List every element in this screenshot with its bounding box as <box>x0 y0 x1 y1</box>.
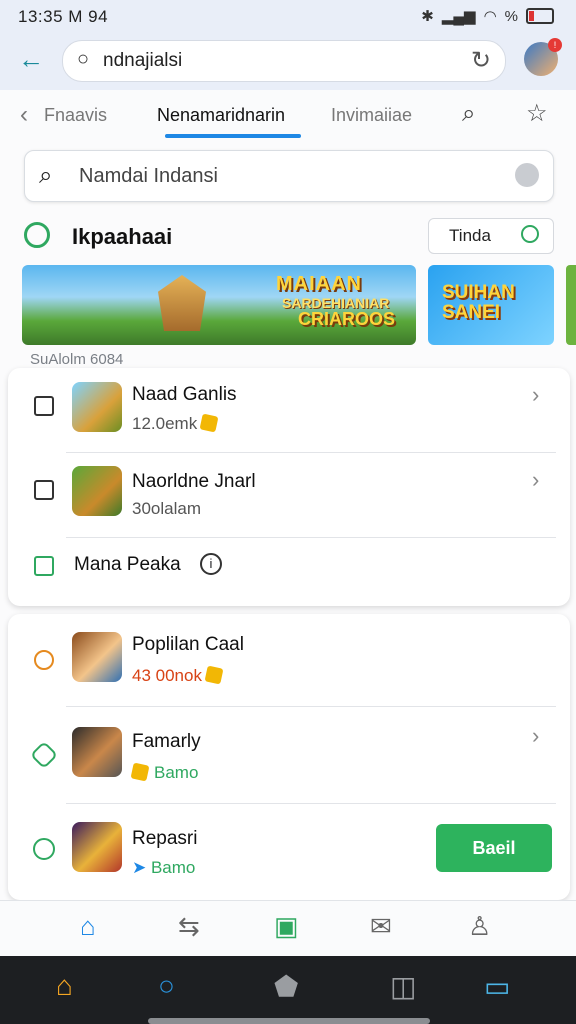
item-subtitle: ➤ Bamo <box>132 858 196 877</box>
checkbox[interactable] <box>34 396 54 416</box>
banner1-line1: MAIAAN <box>276 273 362 295</box>
item-subtitle: 43 00nok <box>132 665 224 686</box>
tab-bar: ‹ Fnaavis Nenamaridnarin Invimaiiae ⌕ ☆ <box>0 90 576 141</box>
bluetooth-icon: ✱ <box>421 8 434 25</box>
action-button[interactable]: Baeil <box>436 824 552 872</box>
banner2-line1: SUIHAN <box>442 282 515 303</box>
browser-toolbar: ← ○ ndnajialsi ↻ ! <box>0 34 576 90</box>
item-title: Naorldne Jnarl <box>132 471 256 492</box>
mail-icon[interactable]: ✉ <box>370 911 392 942</box>
checkbox[interactable] <box>34 556 54 576</box>
game-thumbnail <box>72 727 122 777</box>
list-item[interactable]: Famarly Bamo › <box>8 707 570 803</box>
home-icon[interactable]: ⌂ <box>56 970 73 1002</box>
search-icon[interactable]: ⌕ <box>462 100 475 128</box>
section-logo-icon <box>24 222 50 248</box>
list-item[interactable]: Mana Peaka i <box>8 538 570 606</box>
item-subtitle: 30olalam <box>132 499 201 518</box>
clock-icon <box>521 225 539 243</box>
filter-toggle[interactable] <box>511 218 554 254</box>
sub-label: SuAlolm 6084 <box>30 351 124 368</box>
game-thumbnail <box>72 632 122 682</box>
status-icons: ✱ ▂▄▆ ◠ % <box>421 7 554 25</box>
calendar-icon[interactable]: ▣ <box>274 911 299 942</box>
search-icon[interactable]: ○ <box>158 970 175 1002</box>
item-title: Mana Peaka <box>74 554 181 575</box>
status-bar: 13:35 M 94 ✱ ▂▄▆ ◠ % <box>0 0 576 34</box>
featured-banner-2[interactable]: SUIHAN SANEI <box>428 265 554 345</box>
banner2-title: SUIHAN SANEI <box>442 283 515 323</box>
filter-button[interactable]: Tinda <box>428 218 512 254</box>
coin-icon <box>204 665 224 685</box>
star-person-icon[interactable]: ☆ <box>526 99 548 128</box>
chevron-right-icon[interactable]: › <box>532 723 539 749</box>
list-card-1: Naad Ganlis 12.0emk › Naorldne Jnarl 30o… <box>8 368 570 606</box>
coin-icon <box>199 413 219 433</box>
section-title: Ikpaahaai <box>72 224 173 249</box>
chevron-left-icon[interactable]: ‹ <box>20 101 28 129</box>
item-title: Poplilan Caal <box>132 634 244 655</box>
shape-icon[interactable]: ⬟ <box>274 970 298 1003</box>
transfer-icon[interactable]: ⇆ <box>178 911 200 942</box>
list-card-2: Poplilan Caal 43 00nok Famarly Bamo › Re… <box>8 614 570 900</box>
list-item[interactable]: Naorldne Jnarl 30olalam › <box>8 453 570 537</box>
game-thumbnail <box>72 822 122 872</box>
checkbox[interactable] <box>34 480 54 500</box>
game-thumbnail <box>72 382 122 432</box>
item-title: Famarly <box>132 731 201 752</box>
search-input[interactable]: ⌕ Namdai Indansi <box>24 150 554 202</box>
temple-image <box>158 275 206 331</box>
notification-badge-icon: ! <box>548 38 562 52</box>
profile-icon[interactable]: ♙ <box>468 911 491 942</box>
square-icon[interactable]: ◫ <box>390 970 416 1003</box>
list-item[interactable]: Repasri ➤ Bamo Baeil <box>8 804 570 900</box>
search-placeholder: Namdai Indansi <box>79 165 218 187</box>
tab-active[interactable]: Nenamaridnarin <box>157 105 285 126</box>
item-title: Naad Ganlis <box>132 384 237 405</box>
status-ring-icon <box>33 838 55 860</box>
banner2-line2: SANEI <box>442 302 501 323</box>
search-icon: ○ <box>77 48 90 70</box>
status-time: 13:35 M 94 <box>18 7 109 26</box>
url-text: ndnajialsi <box>103 50 183 71</box>
bottom-nav: ⌂ ⇆ ▣ ✉ ♙ <box>0 900 576 957</box>
game-thumbnail <box>72 466 122 516</box>
home-indicator[interactable] <box>148 1018 430 1024</box>
coin-icon <box>130 762 150 782</box>
list-item[interactable]: Poplilan Caal 43 00nok <box>8 614 570 706</box>
info-icon[interactable]: i <box>200 553 222 575</box>
wifi-icon: ◠ <box>483 8 497 25</box>
home-icon[interactable]: ⌂ <box>80 911 96 942</box>
active-tab-indicator <box>165 134 301 138</box>
hexagon-icon <box>29 740 59 770</box>
tab-third[interactable]: Invimaiiae <box>331 105 412 126</box>
main-content: ⌕ Namdai Indansi Ikpaahaai Tinda MAIAAN … <box>0 140 576 900</box>
tab-favorites[interactable]: Fnaavis <box>44 105 107 126</box>
item-subtitle: Bamo <box>130 762 198 783</box>
avatar[interactable]: ! <box>524 38 562 76</box>
bolt-icon: ➤ <box>132 858 151 877</box>
chevron-right-icon[interactable]: › <box>532 467 539 493</box>
item-title: Repasri <box>132 828 198 849</box>
app-icon[interactable]: ▭ <box>484 970 510 1003</box>
item-subtitle: 12.0emk <box>132 413 219 434</box>
battery-percent: % <box>504 7 518 25</box>
reload-icon[interactable]: ↻ <box>471 46 491 75</box>
featured-banner-1[interactable]: MAIAAN SARDEHIANIAR CRIAROOS <box>22 265 416 345</box>
back-arrow-icon[interactable]: ← <box>18 44 44 75</box>
status-ring-icon <box>34 650 54 670</box>
list-item[interactable]: Naad Ganlis 12.0emk › <box>8 368 570 452</box>
url-field[interactable]: ○ ndnajialsi ↻ <box>62 40 506 82</box>
search-icon: ⌕ <box>39 162 53 189</box>
featured-banner-3[interactable] <box>566 265 576 345</box>
system-nav: ⌂ ○ ⬟ ◫ ▭ <box>0 956 576 1024</box>
voice-icon[interactable] <box>515 163 539 187</box>
battery-icon <box>526 8 554 24</box>
banner1-line3: CRIAROOS <box>298 309 396 329</box>
signal-icon: ▂▄▆ <box>441 8 476 25</box>
chevron-right-icon[interactable]: › <box>532 382 539 408</box>
